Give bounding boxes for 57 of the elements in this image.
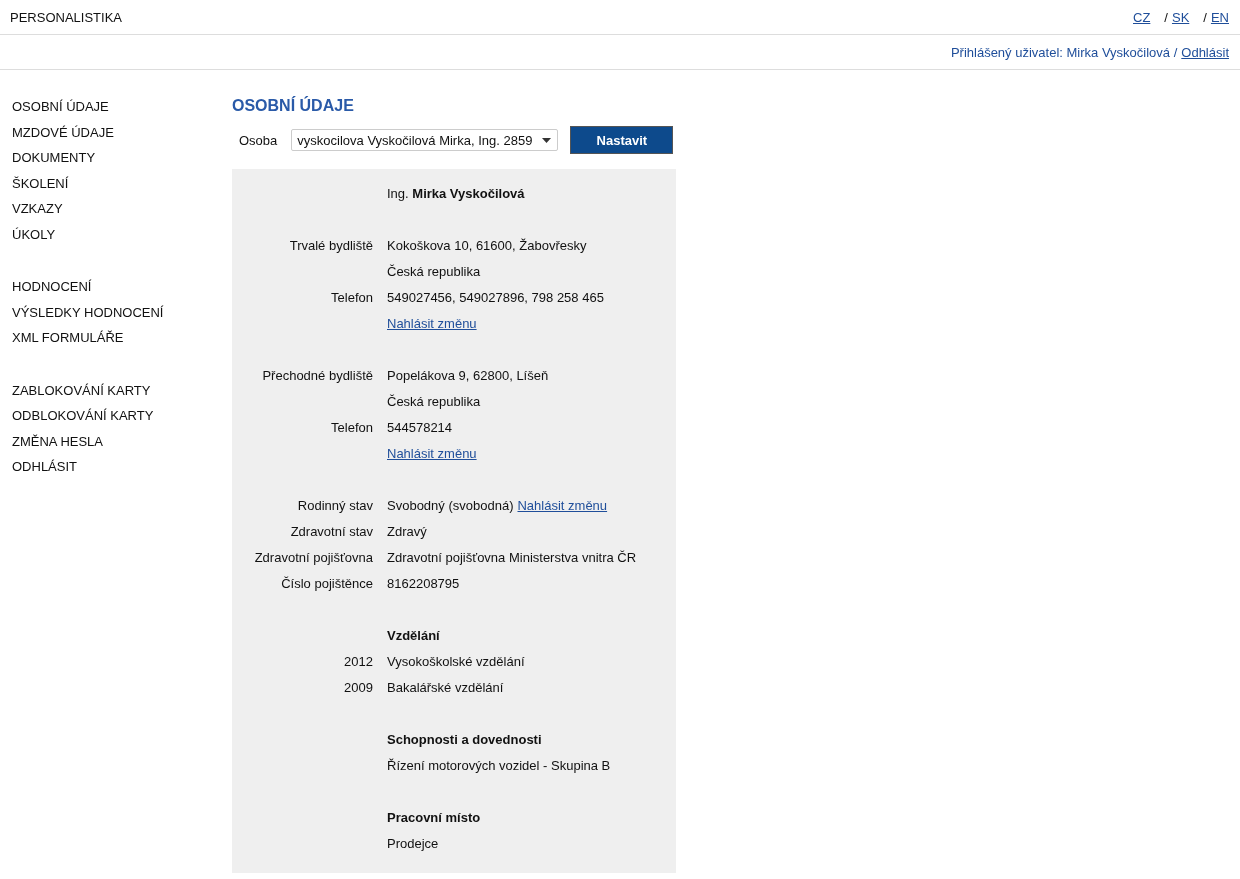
field-label: Telefon (331, 420, 373, 435)
field-value: Vysokoškolské vzdělání (387, 654, 525, 669)
sidebar-item[interactable]: ZABLOKOVÁNÍ KARTY (12, 377, 232, 403)
person-name: Ing. Mirka Vyskočilová (387, 186, 525, 201)
language-link[interactable]: EN (1210, 9, 1229, 25)
field-value: 8162208795 (387, 576, 460, 591)
field-value: 544578214 (387, 420, 453, 435)
field-label: Trvalé bydliště (289, 238, 373, 253)
sidebar-item[interactable]: XML FORMULÁŘE (12, 325, 232, 351)
separator: / (1203, 9, 1207, 25)
page-title: OSOBNÍ ÚDAJE (232, 95, 355, 116)
field-label: Rodinný stav (297, 498, 373, 513)
section-heading: Pracovní místo (387, 810, 481, 825)
field-label: 2009 (344, 680, 373, 695)
field-value: Kokoškova 10, 61600, Žabovřesky (387, 238, 587, 253)
logged-user-text: Přihlášený uživatel: Mirka Vyskočilová / (950, 44, 1178, 60)
section-heading: Vzdělání (387, 628, 440, 643)
person-dropdown[interactable]: vyskocilova Vyskočilová Mirka, Ing. 2859 (291, 129, 559, 151)
app-title: PERSONALISTIKA (10, 9, 122, 25)
field-value: Zdravý (387, 524, 427, 539)
report-change-link[interactable]: Nahlásit změnu (387, 446, 477, 461)
field-value: Zdravotní pojišťovna Ministerstva vnitra ČR (387, 550, 637, 565)
sidebar-item[interactable]: ÚKOLY (12, 221, 232, 247)
field-value: Svobodný (svobodná) (387, 498, 514, 513)
field-value: Popelákova 9, 62800, Líšeň (387, 368, 549, 383)
sidebar-item[interactable]: ZMĚNA HESLA (12, 428, 232, 454)
field-label: Přechodné bydliště (262, 368, 373, 383)
person-label: Osoba (238, 132, 279, 148)
sidebar-item[interactable]: VÝSLEDKY HODNOCENÍ (12, 299, 232, 325)
sidebar-item[interactable]: ODBLOKOVÁNÍ KARTY (12, 403, 232, 429)
sidebar-item[interactable]: OSOBNÍ ÚDAJE (12, 94, 232, 120)
language-link[interactable]: SK (1171, 9, 1190, 25)
field-label: Číslo pojištěnce (281, 576, 373, 591)
field-label: Zdravotní stav (290, 524, 373, 539)
field-label: 2012 (344, 654, 373, 669)
caret-icon (542, 137, 552, 143)
field-value: Bakalářské vzdělání (387, 680, 504, 695)
field-label: Telefon (331, 290, 373, 305)
field-label: Zdravotní pojišťovna (254, 550, 373, 565)
sidebar-item[interactable]: DOKUMENTY (12, 145, 232, 171)
logout-link[interactable]: Odhlásit (1181, 44, 1229, 60)
separator: / (1164, 9, 1168, 25)
report-change-link[interactable]: Nahlásit změnu (517, 498, 608, 513)
field-value: Řízení motorových vozidel - Skupina B (387, 758, 611, 773)
language-link[interactable]: CZ (1133, 9, 1151, 25)
sidebar-item[interactable]: MZDOVÉ ÚDAJE (12, 119, 232, 145)
field-value: 549027456, 549027896, 798 258 465 (387, 290, 604, 305)
sidebar-item[interactable]: ŠKOLENÍ (12, 170, 232, 196)
field-value: Česká republika (387, 264, 481, 279)
field-value: Česká republika (387, 394, 481, 409)
sidebar-item[interactable]: VZKAZY (12, 196, 232, 222)
set-button[interactable]: Nastavit (570, 126, 674, 154)
section-heading: Schopnosti a dovednosti (387, 732, 542, 747)
report-change-link[interactable]: Nahlásit změnu (387, 316, 477, 331)
sidebar-item[interactable]: HODNOCENÍ (12, 274, 232, 300)
sidebar-item[interactable]: ODHLÁSIT (12, 454, 232, 480)
field-value: Prodejce (387, 836, 439, 851)
